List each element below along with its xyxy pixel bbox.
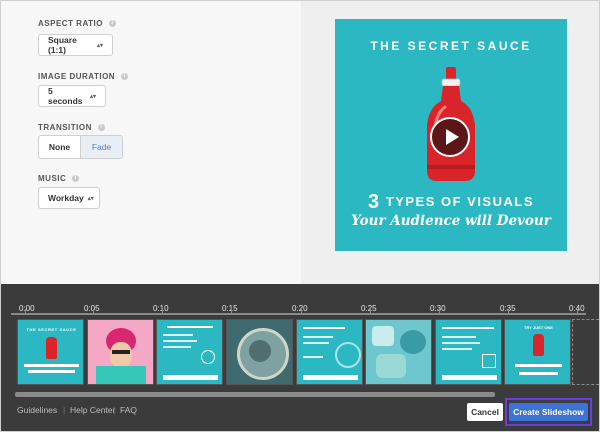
add-slide-placeholder[interactable] xyxy=(572,319,599,385)
image-duration-value: 5 seconds xyxy=(48,86,83,106)
aspect-ratio-value: Square (1:1) xyxy=(48,35,77,55)
timeline-thumbnail[interactable]: THE SECRET SAUCE xyxy=(17,319,84,385)
image-duration-select[interactable]: 5 seconds ▴▾ xyxy=(38,85,106,107)
slide-preview[interactable]: THE SECRET SAUCE 3 TYPES OF VISUALS Your… xyxy=(335,19,567,251)
timeline-thumbnail[interactable] xyxy=(226,319,293,385)
timeline-ruler xyxy=(11,313,586,315)
cancel-button[interactable]: Cancel xyxy=(467,403,503,421)
slideshow-editor: ASPECT RATIO i Square (1:1) ▴▾ IMAGE DUR… xyxy=(0,0,600,432)
transition-toggle: None Fade xyxy=(38,135,123,159)
timeline-tick: 0:25 xyxy=(361,304,377,313)
preview-title: THE SECRET SAUCE xyxy=(370,39,532,53)
ruler-tick xyxy=(162,309,163,314)
play-icon xyxy=(446,129,459,145)
timeline-tick: 0:00 xyxy=(19,304,35,313)
timeline-tick: 0:15 xyxy=(222,304,238,313)
aspect-ratio-heading: ASPECT RATIO i xyxy=(38,19,116,28)
aspect-ratio-select[interactable]: Square (1:1) ▴▾ xyxy=(38,34,113,56)
info-icon[interactable]: i xyxy=(72,175,80,182)
ruler-tick xyxy=(439,309,440,314)
transition-option-fade[interactable]: Fade xyxy=(80,136,122,158)
preview-line1: 3 TYPES OF VISUALS xyxy=(335,191,567,214)
timeline-thumbnail[interactable] xyxy=(156,319,223,385)
updown-arrow-icon: ▴▾ xyxy=(96,42,103,49)
aspect-ratio-label: ASPECT RATIO xyxy=(38,19,103,28)
preview-line1-text: TYPES OF VISUALS xyxy=(385,194,534,209)
preview-line2: Your Audience will Devour xyxy=(351,213,551,229)
ruler-tick xyxy=(301,309,302,314)
music-label: MUSIC xyxy=(38,174,67,183)
link-separator: | xyxy=(113,405,116,415)
timeline-tick: 0:30 xyxy=(430,304,446,313)
music-value: Workday xyxy=(48,193,84,203)
music-heading: MUSIC i xyxy=(38,174,80,183)
music-select[interactable]: Workday ▴▾ xyxy=(38,187,100,209)
timeline-thumbnail[interactable] xyxy=(87,319,154,385)
ruler-tick xyxy=(231,309,232,314)
preview-number: 3 xyxy=(368,191,381,213)
guidelines-link[interactable]: Guidelines xyxy=(17,405,57,415)
ruler-tick xyxy=(93,309,94,314)
transition-label: TRANSITION xyxy=(38,123,92,132)
ruler-tick xyxy=(577,309,578,314)
timeline-tick: 0:10 xyxy=(153,304,169,313)
timeline-thumbnail[interactable] xyxy=(365,319,432,385)
ruler-tick xyxy=(25,309,26,314)
link-separator: | xyxy=(63,405,66,415)
timeline-tick: 0:20 xyxy=(292,304,308,313)
timeline-scrollbar[interactable] xyxy=(15,392,495,397)
play-button[interactable] xyxy=(430,117,470,157)
transition-option-none[interactable]: None xyxy=(39,136,80,158)
ruler-tick xyxy=(508,309,509,314)
transition-heading: TRANSITION i xyxy=(38,123,105,132)
updown-arrow-icon: ▴▾ xyxy=(89,93,96,100)
settings-panel: ASPECT RATIO i Square (1:1) ▴▾ IMAGE DUR… xyxy=(1,1,301,284)
ruler-tick xyxy=(370,309,371,314)
create-slideshow-button[interactable]: Create Slideshow xyxy=(509,403,588,421)
info-icon[interactable]: i xyxy=(108,20,116,27)
image-duration-heading: IMAGE DURATION i xyxy=(38,72,129,81)
timeline-tick: 0:05 xyxy=(84,304,100,313)
timeline-thumbnail[interactable] xyxy=(435,319,502,385)
info-icon[interactable]: i xyxy=(97,124,105,131)
faq-link[interactable]: FAQ xyxy=(120,405,137,415)
help-center-link[interactable]: Help Center xyxy=(70,405,115,415)
timeline-thumbnail[interactable] xyxy=(296,319,363,385)
updown-arrow-icon: ▴▾ xyxy=(87,195,94,202)
image-duration-label: IMAGE DURATION xyxy=(38,72,116,81)
timeline-thumbnail[interactable]: TRY JUST ONE xyxy=(504,319,571,385)
info-icon[interactable]: i xyxy=(121,73,129,80)
